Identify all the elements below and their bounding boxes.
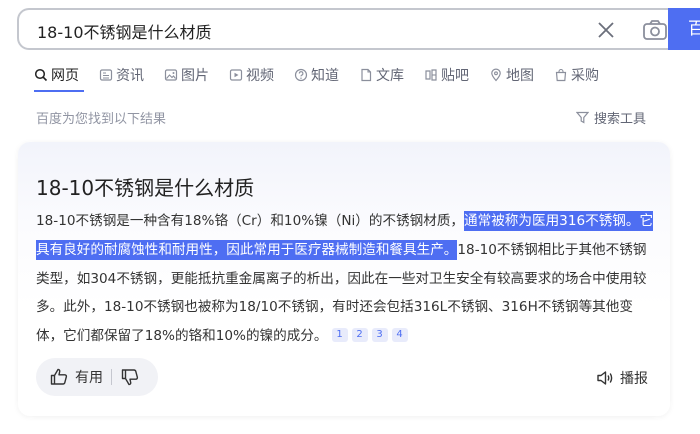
reference-badge[interactable]: 3	[371, 328, 388, 343]
tab-tieba[interactable]: 贴吧	[424, 64, 469, 86]
image-icon	[164, 69, 178, 81]
tab-label: 采购	[571, 68, 599, 84]
broadcast-label: 播报	[620, 371, 648, 387]
feedback-pill: 有用	[36, 358, 158, 396]
search-icon	[34, 68, 48, 82]
news-icon	[99, 69, 113, 81]
tab-label: 资讯	[116, 68, 144, 84]
tab-map[interactable]: 地图	[489, 64, 534, 86]
tab-label: 知道	[311, 68, 339, 84]
filter-icon	[576, 111, 589, 124]
clear-icon[interactable]	[595, 19, 617, 41]
tab-video[interactable]: 视频	[229, 64, 274, 86]
tab-label: 图片	[181, 68, 209, 84]
tab-news[interactable]: 资讯	[99, 64, 144, 86]
tab-images[interactable]: 图片	[164, 64, 209, 86]
result-count: 百度为您找到以下结果	[36, 112, 167, 127]
search-button[interactable]: 百度一下	[668, 8, 700, 50]
answer-title: 18-10不锈钢是什么材质	[36, 176, 255, 200]
tab-wenku[interactable]: 文库	[359, 64, 404, 86]
tab-label: 地图	[506, 68, 534, 84]
video-icon	[229, 69, 243, 81]
camera-icon[interactable]	[642, 18, 668, 42]
search-input[interactable]: 18-10不锈钢是什么材质	[37, 19, 212, 43]
reference-badge[interactable]: 1	[331, 328, 348, 343]
search-results-page: 18-10不锈钢是什么材质 百度一下 网页 资讯 图片 视频 知道	[0, 0, 700, 434]
tab-zhidao[interactable]: 知道	[294, 64, 339, 86]
tab-web[interactable]: 网页	[34, 64, 79, 86]
reference-badge[interactable]: 2	[351, 328, 368, 343]
question-icon	[294, 68, 308, 82]
broadcast-button[interactable]: 播报	[596, 368, 648, 388]
search-tabs: 网页 资讯 图片 视频 知道 文库 贴吧 地图 采购	[34, 64, 619, 88]
tab-label: 视频	[246, 68, 274, 84]
tab-shopping[interactable]: 采购	[554, 64, 599, 86]
document-icon	[361, 68, 372, 82]
reference-badge[interactable]: 4	[391, 328, 408, 343]
active-tab-indicator	[34, 90, 84, 92]
thumbs-down-icon[interactable]	[120, 367, 140, 387]
answer-text-part: 18-10不锈钢是一种含有18%铬（Cr）和10%镍（Ni）的不锈钢材质，	[36, 213, 465, 229]
search-tools-button[interactable]: 搜索工具	[576, 108, 646, 127]
search-tools-label: 搜索工具	[594, 112, 647, 127]
speaker-icon	[597, 371, 613, 385]
map-icon	[491, 68, 501, 82]
tab-label: 贴吧	[441, 68, 469, 84]
thumbs-up-icon[interactable]	[49, 367, 69, 387]
useful-label[interactable]: 有用	[75, 367, 103, 387]
shopping-icon	[555, 68, 567, 82]
search-box[interactable]: 18-10不锈钢是什么材质	[17, 8, 677, 50]
tab-label: 网页	[51, 68, 79, 84]
feedback-divider	[111, 369, 112, 385]
forum-icon	[425, 69, 437, 81]
tab-label: 文库	[376, 68, 404, 84]
ai-answer-card: 18-10不锈钢是什么材质 18-10不锈钢是一种含有18%铬（Cr）和10%镍…	[18, 142, 670, 416]
answer-text: 18-10不锈钢是一种含有18%铬（Cr）和10%镍（Ni）的不锈钢材质，通常被…	[36, 207, 654, 351]
